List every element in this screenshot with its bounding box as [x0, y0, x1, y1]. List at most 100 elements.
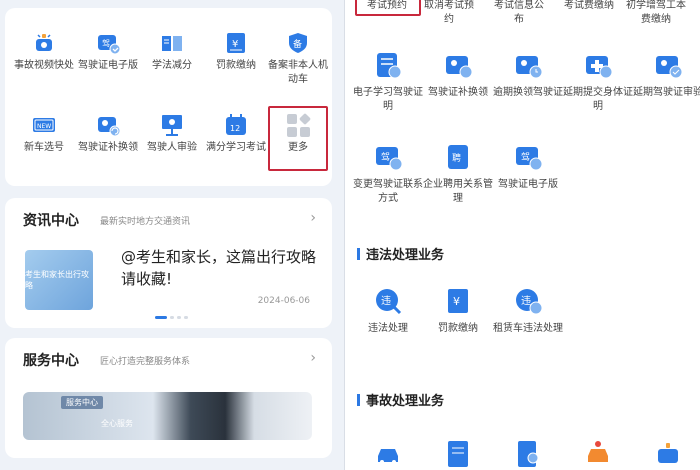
license-reissue-icon	[443, 50, 473, 80]
grid-item-fine-payment[interactable]: ¥ 罚款缴纳	[205, 30, 267, 73]
service-item-label: 延期提交身体证明	[563, 87, 633, 112]
shield-icon: 备	[285, 30, 311, 56]
more-highlight-box	[268, 106, 328, 171]
accident-section-title: 事故处理业务	[357, 390, 444, 409]
fine-icon: ¥	[223, 30, 249, 56]
news-thumbnail[interactable]: 考生和家长出行攻略	[25, 250, 93, 310]
violation-section-label: 违法处理业务	[366, 248, 445, 263]
service-item-label: 企业聘用关系管理	[423, 179, 493, 204]
grid-item-label: 新车选号	[24, 142, 64, 153]
grid-item-study-reduce[interactable]: 学法减分	[141, 30, 203, 73]
service-banner[interactable]: 服务中心 全心服务	[23, 392, 312, 440]
grid-item-label: 事故视频快处	[14, 60, 74, 71]
delay-review-icon	[653, 50, 683, 80]
overdue-renew-icon	[513, 50, 543, 80]
driver-review-icon	[159, 112, 185, 138]
service-item-label: 违法处理	[368, 323, 408, 334]
car-alert-icon[interactable]	[583, 438, 613, 468]
grid-item-e-license[interactable]: 驾 驾驶证电子版	[77, 30, 139, 73]
service-center-title: 服务中心	[23, 353, 79, 369]
grid-item-label: 驾驶人审验	[147, 142, 197, 153]
service-item-label: 驾驶证电子版	[498, 179, 558, 190]
grid-item-label: 罚款缴纳	[216, 60, 256, 71]
service-item-label: 变更驾驶证联系方式	[353, 179, 423, 204]
svg-text:备: 备	[293, 38, 302, 50]
top-item-exam-info[interactable]: 考试信息公布	[491, 0, 547, 27]
fine-icon: ¥	[443, 286, 473, 316]
grid-item-label: 满分学习考试	[206, 142, 266, 153]
section-accent-bar	[357, 247, 360, 260]
svg-text:驾: 驾	[381, 152, 390, 163]
service-item-label: 驾驶证补换领	[428, 87, 488, 98]
svg-text:聘: 聘	[452, 152, 461, 164]
svg-text:NEW: NEW	[37, 123, 51, 130]
banner-tag: 服务中心	[61, 396, 103, 409]
service-item-rental-violation[interactable]: 违 租赁车违法处理	[492, 286, 564, 336]
banner-subtitle: 全心服务	[101, 419, 133, 428]
health-proof-icon	[583, 50, 613, 80]
top-item-beginner-fee[interactable]: 初学增驾工本费缴纳	[623, 0, 689, 27]
violation-section-title: 违法处理业务	[357, 244, 444, 263]
exam-booking-highlight-box	[355, 0, 421, 16]
service-item-e-study[interactable]: 电子学习驾驶证明	[352, 50, 424, 114]
service-item-label: 租赁车违法处理	[493, 323, 563, 334]
grid-item-accident-video[interactable]: 事故视频快处	[13, 30, 75, 73]
news-headline[interactable]: @考生和家长，这篇出行攻略请收藏!	[121, 246, 321, 290]
accident-section-label: 事故处理业务	[366, 394, 445, 409]
license-icon: 驾	[513, 142, 543, 172]
carousel-dots	[155, 316, 188, 319]
video-icon	[31, 30, 57, 56]
svg-text:¥: ¥	[232, 39, 238, 50]
news-center-title: 资讯中心	[23, 213, 79, 229]
service-item-fine[interactable]: ¥ 罚款缴纳	[422, 286, 494, 336]
license-reissue-icon	[95, 112, 121, 138]
svg-text:12: 12	[230, 124, 240, 133]
news-thumbnail-text: 考生和家长出行攻略	[25, 270, 89, 290]
grid-item-label: 备案非本人机动车	[268, 60, 328, 85]
grid-item-license-reissue[interactable]: 驾驶证补换领	[77, 112, 139, 155]
service-item-label: 罚款缴纳	[438, 323, 478, 334]
service-item-label: 电子学习驾驶证明	[353, 87, 423, 112]
contact-change-icon: 驾	[373, 142, 403, 172]
services-list-panel: 考试预约 取消考试预约 考试信息公布 考试费缴纳 初学增驾工本费缴纳 电子学习驾…	[345, 0, 700, 470]
service-item-violation[interactable]: 违 违法处理	[352, 286, 424, 336]
document-icon[interactable]	[443, 438, 473, 468]
service-item-health-proof[interactable]: 延期提交身体证明	[562, 50, 634, 114]
news-date: 2024-06-06	[257, 296, 310, 306]
home-panel: 事故视频快处 驾 驾驶证电子版 学法减分 ¥ 罚款缴纳 备 备案非本人机动车 N…	[0, 0, 345, 470]
service-item-overdue-renew[interactable]: 逾期换领驾驶证	[492, 50, 564, 100]
violation-icon: 违	[373, 286, 403, 316]
service-item-employ[interactable]: 聘 企业聘用关系管理	[422, 142, 494, 206]
car-accident-icon[interactable]	[373, 438, 403, 468]
grid-item-driver-review[interactable]: 驾驶人审验	[141, 112, 203, 155]
service-item-contact-change[interactable]: 驾 变更驾驶证联系方式	[352, 142, 424, 206]
grid-item-label: 学法减分	[152, 60, 192, 71]
news-center-card[interactable]: 资讯中心 最新实时地方交通资讯 › 考生和家长出行攻略 @考生和家长，这篇出行攻…	[5, 198, 332, 328]
grid-item-register-vehicle[interactable]: 备 备案非本人机动车	[267, 30, 329, 87]
section-accent-bar	[357, 393, 360, 406]
service-item-e-license[interactable]: 驾 驾驶证电子版	[492, 142, 564, 192]
chevron-right-icon[interactable]: ›	[310, 210, 316, 226]
chevron-right-icon[interactable]: ›	[310, 350, 316, 366]
top-item-cancel-booking[interactable]: 取消考试预约	[421, 0, 477, 27]
service-item-license-reissue[interactable]: 驾驶证补换领	[422, 50, 494, 100]
service-item-delay-review[interactable]: 延期驾驶证审验	[632, 50, 700, 100]
plate-icon: NEW	[31, 112, 57, 138]
video-icon[interactable]	[653, 438, 683, 468]
service-center-subtitle: 匠心打造完整服务体系	[100, 357, 191, 367]
news-center-subtitle: 最新实时地方交通资讯	[100, 217, 191, 227]
book-icon	[159, 30, 185, 56]
top-item-exam-fee[interactable]: 考试费缴纳	[553, 0, 625, 13]
svg-text:驾: 驾	[521, 152, 530, 163]
service-center-card[interactable]: 服务中心 匠心打造完整服务体系 › 服务中心 全心服务	[5, 338, 332, 458]
service-item-label: 逾期换领驾驶证	[493, 87, 563, 98]
search-document-icon[interactable]	[513, 438, 543, 468]
svg-text:¥: ¥	[453, 295, 460, 308]
svg-text:违: 违	[521, 295, 531, 307]
e-study-icon	[373, 50, 403, 80]
grid-item-new-plate[interactable]: NEW 新车选号	[13, 112, 75, 155]
employ-icon: 聘	[443, 142, 473, 172]
grid-item-full-score-study[interactable]: 12 满分学习考试	[205, 112, 267, 155]
svg-text:驾: 驾	[102, 38, 110, 48]
grid-item-label: 驾驶证电子版	[78, 60, 138, 71]
